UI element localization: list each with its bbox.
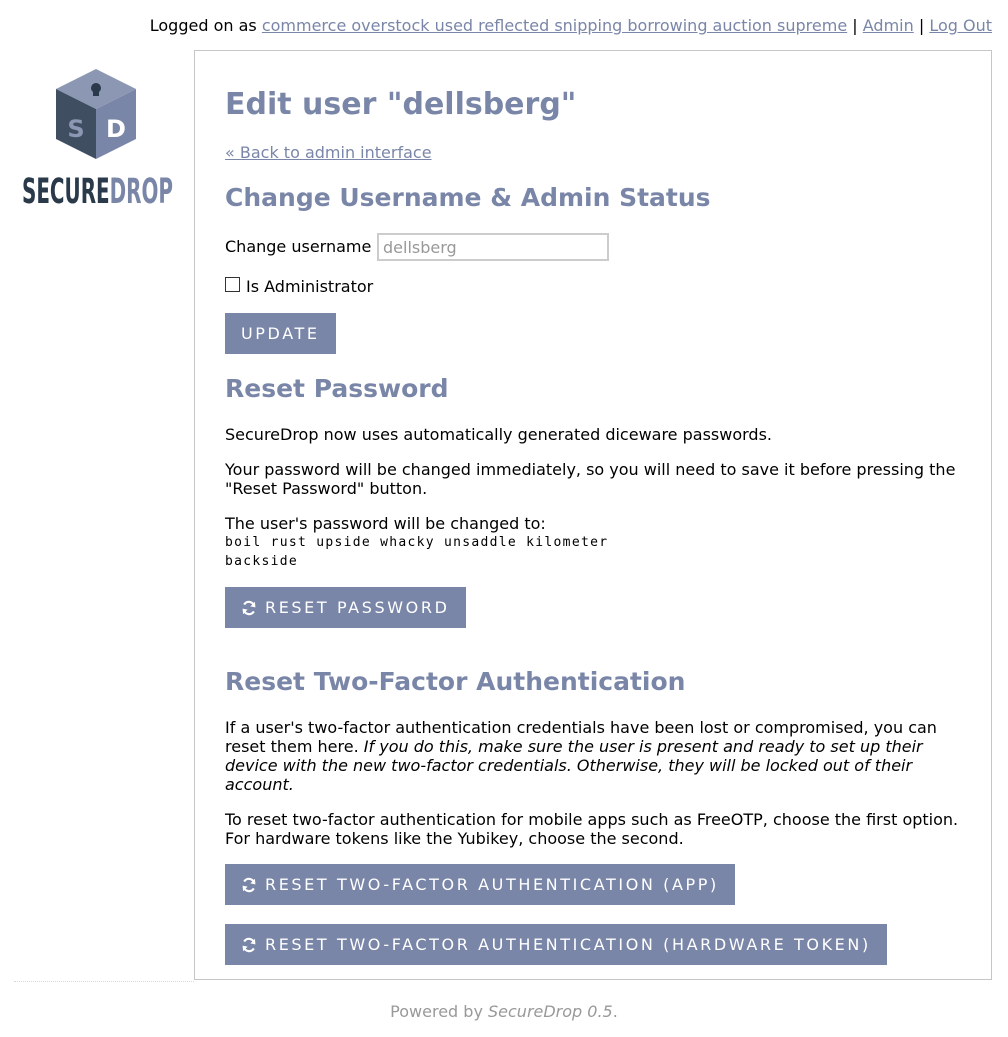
footer-prefix: Powered by bbox=[390, 1002, 483, 1021]
new-password-block: The user's password will be changed to: … bbox=[225, 514, 608, 571]
new-password-line-2: backside bbox=[225, 554, 299, 569]
reset-2fa-hardware-button[interactable]: RESET TWO-FACTOR AUTHENTICATION (HARDWAR… bbox=[225, 924, 887, 965]
change-username-label: Change username bbox=[225, 237, 372, 256]
logout-link[interactable]: Log Out bbox=[929, 16, 992, 35]
password-warning-text: Your password will be changed immediatel… bbox=[225, 460, 956, 498]
footer: Powered by SecureDrop 0.5. bbox=[0, 1002, 1008, 1022]
back-to-admin-link[interactable]: « Back to admin interface bbox=[225, 143, 432, 163]
svg-text:D: D bbox=[106, 115, 126, 143]
reset-password-button[interactable]: RESET PASSWORD bbox=[225, 587, 466, 628]
reset-2fa-app-button[interactable]: RESET TWO-FACTOR AUTHENTICATION (APP) bbox=[225, 864, 735, 905]
footer-suffix: . bbox=[612, 1002, 618, 1021]
is-admin-label: Is Administrator bbox=[246, 277, 374, 296]
new-password-label: The user's password will be changed to: bbox=[225, 514, 546, 533]
reset-password-label: RESET PASSWORD bbox=[265, 598, 450, 617]
securedrop-logo[interactable]: S D SECUREDROP bbox=[22, 69, 174, 209]
reset-password-heading: Reset Password bbox=[225, 374, 449, 403]
main-content: Edit user "dellsberg" « Back to admin in… bbox=[194, 50, 992, 980]
reset-2fa-app-label: RESET TWO-FACTOR AUTHENTICATION (APP) bbox=[265, 875, 719, 894]
svg-text:S: S bbox=[67, 115, 84, 143]
reset-2fa-heading: Reset Two-Factor Authentication bbox=[225, 667, 686, 696]
svg-text:SECUREDROP: SECUREDROP bbox=[22, 172, 173, 207]
separator: | bbox=[918, 16, 925, 35]
refresh-icon bbox=[241, 877, 257, 893]
update-button-label: UPDATE bbox=[241, 324, 320, 343]
logged-on-label: Logged on as bbox=[149, 16, 257, 35]
is-admin-checkbox[interactable] bbox=[225, 277, 240, 292]
sidebar-divider bbox=[14, 981, 194, 982]
admin-link[interactable]: Admin bbox=[863, 16, 914, 35]
reset-2fa-options-text: To reset two-factor authentication for m… bbox=[225, 810, 959, 848]
top-bar: Logged on as commerce overstock used ref… bbox=[150, 16, 992, 36]
update-button[interactable]: UPDATE bbox=[225, 313, 336, 354]
securedrop-wordmark: SECUREDROP bbox=[22, 172, 173, 207]
new-password-line-1: boil rust upside whacky unsaddle kilomet… bbox=[225, 535, 609, 550]
page-title: Edit user "dellsberg" bbox=[225, 87, 577, 122]
refresh-icon bbox=[241, 600, 257, 616]
reset-2fa-hardware-label: RESET TWO-FACTOR AUTHENTICATION (HARDWAR… bbox=[265, 935, 871, 954]
refresh-icon bbox=[241, 937, 257, 953]
diceware-info-text: SecureDrop now uses automatically genera… bbox=[225, 425, 772, 444]
username-input[interactable] bbox=[377, 233, 609, 261]
change-username-heading: Change Username & Admin Status bbox=[225, 183, 711, 212]
footer-product: SecureDrop 0.5 bbox=[488, 1002, 613, 1021]
reset-2fa-info-text: If a user's two-factor authentication cr… bbox=[225, 718, 970, 794]
separator: | bbox=[852, 16, 858, 35]
current-user-link[interactable]: commerce overstock used reflected snippi… bbox=[262, 16, 847, 35]
